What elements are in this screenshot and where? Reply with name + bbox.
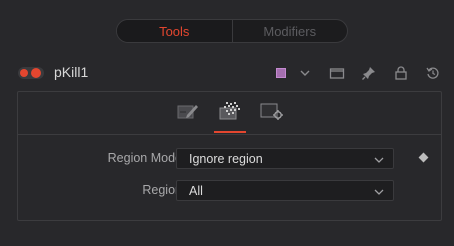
chevron-down-icon bbox=[373, 153, 385, 165]
color-swatch bbox=[276, 68, 286, 78]
edit-icon bbox=[176, 101, 200, 126]
node-color-picker[interactable] bbox=[268, 62, 316, 84]
tab-controls[interactable] bbox=[167, 92, 209, 135]
node-header-icons bbox=[268, 62, 444, 84]
keyframe-diamond-icon[interactable] bbox=[418, 152, 429, 163]
toggle-knob bbox=[31, 68, 41, 78]
window-icon[interactable] bbox=[326, 62, 348, 84]
tool-controls-box: Region Mode Ignore region Region All bbox=[17, 91, 442, 221]
chevron-down-icon bbox=[373, 185, 385, 197]
param-region: Region All bbox=[18, 180, 441, 202]
tab-region[interactable] bbox=[209, 92, 251, 135]
control-page-tabs bbox=[18, 92, 441, 135]
pin-icon[interactable] bbox=[358, 62, 380, 84]
lock-icon[interactable] bbox=[390, 62, 412, 84]
toggle-indicator bbox=[20, 69, 28, 77]
inspector-panel: Tools Modifiers pKill1 Region Mode Ignor… bbox=[0, 0, 454, 246]
region-mode-label: Region Mode bbox=[107, 151, 182, 165]
settings-icon bbox=[259, 101, 285, 126]
region-mode-value: Ignore region bbox=[189, 152, 263, 166]
tab-modifiers[interactable]: Modifiers bbox=[233, 20, 348, 42]
param-region-mode: Region Mode Ignore region bbox=[18, 148, 441, 170]
region-dropdown[interactable]: All bbox=[176, 180, 394, 201]
inspector-tab-bar: Tools Modifiers bbox=[116, 19, 348, 43]
color-swatch-icon[interactable] bbox=[270, 62, 292, 84]
tab-settings[interactable] bbox=[251, 92, 293, 135]
reset-icon[interactable] bbox=[422, 62, 444, 84]
tab-tools[interactable]: Tools bbox=[117, 20, 232, 42]
node-header: pKill1 bbox=[0, 60, 454, 86]
node-name[interactable]: pKill1 bbox=[54, 64, 88, 80]
region-value: All bbox=[189, 184, 203, 198]
region-mode-dropdown[interactable]: Ignore region bbox=[176, 148, 394, 169]
particle-region-icon bbox=[218, 100, 242, 127]
node-enable-toggle[interactable] bbox=[18, 67, 44, 79]
chevron-down-icon[interactable] bbox=[294, 62, 316, 84]
